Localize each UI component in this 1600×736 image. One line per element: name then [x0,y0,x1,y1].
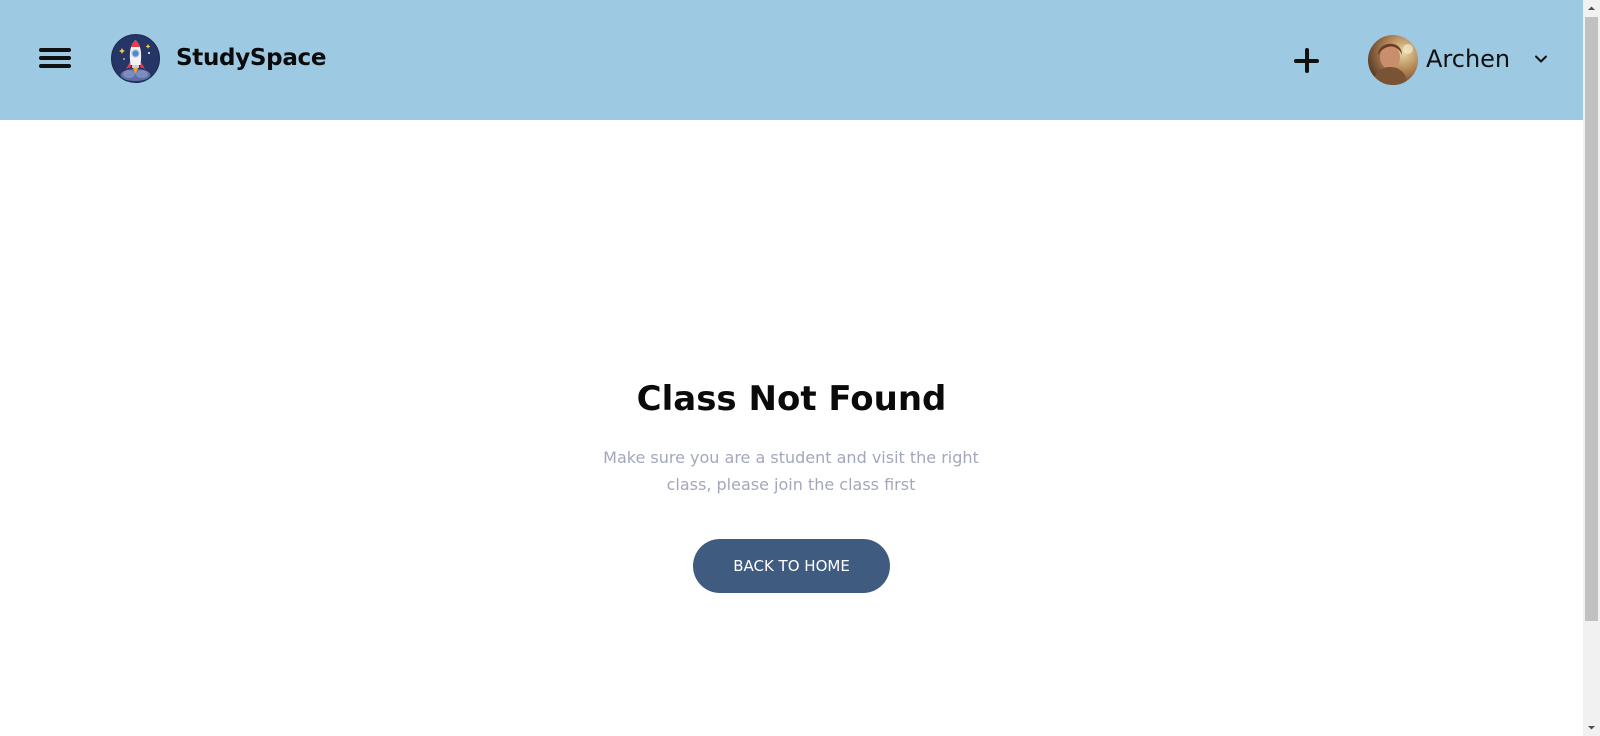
error-message-line-1: Make sure you are a student and visit th… [603,448,979,467]
user-avatar[interactable] [1368,35,1418,85]
plus-icon[interactable] [1292,46,1322,76]
back-to-home-button[interactable]: BACK TO HOME [693,539,890,593]
page: StudySpace Archen Class Not Found Make s… [0,0,1600,736]
error-message: Make sure you are a student and visit th… [581,444,1001,498]
hamburger-menu-icon[interactable] [36,42,76,74]
brand-name[interactable]: StudySpace [176,42,326,74]
top-navbar: StudySpace Archen [0,0,1583,120]
username: Archen [1426,45,1511,73]
user-menu[interactable]: Archen [1366,34,1556,86]
chevron-down-icon[interactable] [1532,50,1550,68]
main-content: Class Not Found Make sure you are a stud… [0,120,1583,736]
scrollbar-thumb[interactable] [1585,17,1598,621]
page-title: Class Not Found [636,379,947,419]
content-area: StudySpace Archen Class Not Found Make s… [0,0,1583,736]
rocket-logo-icon[interactable] [111,34,160,83]
vertical-scrollbar[interactable] [1583,0,1600,736]
arrow-down-icon[interactable] [1583,719,1600,736]
error-message-line-2: class, please join the class first [666,475,916,494]
arrow-up-icon[interactable] [1583,0,1600,17]
